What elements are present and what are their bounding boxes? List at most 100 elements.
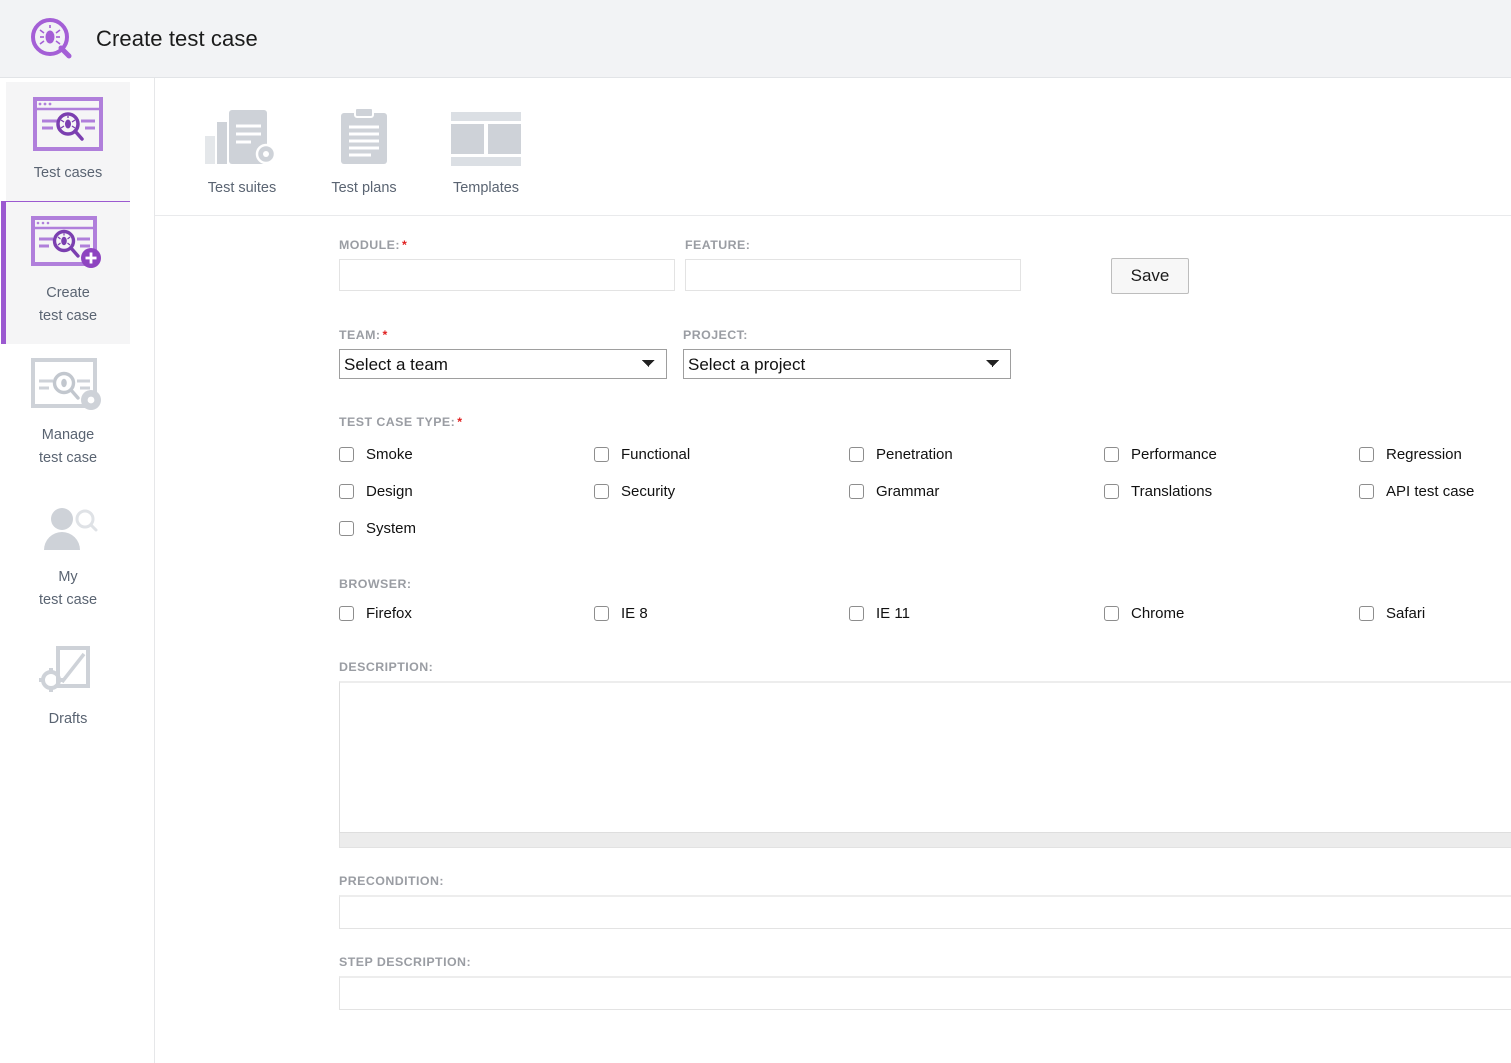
checkbox-grammar[interactable] (849, 484, 864, 499)
checkbox-item[interactable]: Smoke (339, 436, 594, 473)
test-case-type-label: TEST CASE TYPE:* (339, 415, 1511, 429)
precondition-block: PRECONDITION: (339, 874, 1511, 929)
checkbox-performance[interactable] (1104, 447, 1119, 462)
checkbox-item[interactable]: Firefox (339, 598, 594, 628)
checkbox-item[interactable]: Safari (1359, 598, 1511, 628)
test-case-type-block: TEST CASE TYPE:* Smoke Functional Penetr… (339, 415, 1511, 547)
drafts-icon (10, 642, 126, 698)
team-select[interactable]: Select a team (339, 349, 667, 379)
sidebar-label-line2: test case (10, 305, 126, 328)
checkbox-system[interactable] (339, 521, 354, 536)
checkbox-item[interactable]: IE 8 (594, 598, 849, 628)
sidebar-item-test-cases[interactable]: Test cases (6, 82, 130, 201)
module-label: MODULE:* (339, 238, 675, 252)
test-suites-icon (181, 94, 303, 168)
checkbox-label: Safari (1386, 605, 1425, 622)
nav-item-label: Test plans (303, 180, 425, 196)
checkbox-label: API test case (1386, 483, 1474, 500)
feature-input[interactable] (685, 259, 1021, 291)
checkbox-security[interactable] (594, 484, 609, 499)
module-input[interactable] (339, 259, 675, 291)
checkbox-item[interactable]: Security (594, 473, 849, 510)
checkbox-item[interactable]: Regression (1359, 436, 1511, 473)
checkbox-smoke[interactable] (339, 447, 354, 462)
checkbox-functional[interactable] (594, 447, 609, 462)
checkbox-item[interactable]: Design (339, 473, 594, 510)
checkbox-safari[interactable] (1359, 606, 1374, 621)
checkbox-label: IE 11 (876, 605, 910, 622)
checkbox-item[interactable]: Grammar (849, 473, 1104, 510)
save-button-wrapper: Save (1111, 238, 1189, 294)
checkbox-item[interactable]: API test case (1359, 473, 1511, 510)
browser-label: BROWSER: (339, 577, 1511, 591)
bug-magnifier-logo-icon (30, 17, 74, 61)
project-select[interactable]: Select a project (683, 349, 1011, 379)
checkbox-penetration[interactable] (849, 447, 864, 462)
sidebar-item-drafts[interactable]: Drafts (6, 628, 130, 747)
form-row-team-project: TEAM:* Select a team PROJECT: Select a p… (339, 328, 1511, 379)
feature-label: FEATURE: (685, 238, 1021, 252)
checkbox-api-test-case[interactable] (1359, 484, 1374, 499)
checkbox-chrome[interactable] (1104, 606, 1119, 621)
field-group-module: MODULE:* (339, 238, 675, 291)
checkbox-item[interactable]: Penetration (849, 436, 1104, 473)
required-asterisk: * (382, 328, 387, 342)
checkbox-item[interactable]: System (339, 510, 594, 547)
nav-item-label: Templates (425, 180, 547, 196)
checkbox-label: Penetration (876, 446, 953, 463)
precondition-input[interactable] (339, 895, 1511, 929)
sidebar-item-label: My test case (10, 566, 126, 612)
save-button[interactable]: Save (1111, 258, 1189, 294)
checkbox-item[interactable]: Chrome (1104, 598, 1359, 628)
test-plans-icon (303, 94, 425, 168)
description-block: DESCRIPTION: (339, 660, 1511, 848)
checkbox-item[interactable]: Functional (594, 436, 849, 473)
sidebar-item-my-test-case[interactable]: My test case (6, 486, 130, 628)
nav-item-templates[interactable]: Templates (425, 92, 547, 196)
test-cases-icon (10, 96, 126, 152)
sidebar-label-line2: test case (10, 447, 126, 470)
sidebar-item-manage-test-case[interactable]: Manage test case (6, 344, 130, 486)
description-label: DESCRIPTION: (339, 660, 1511, 674)
required-asterisk: * (457, 415, 462, 429)
checkbox-item[interactable]: Translations (1104, 473, 1359, 510)
checkbox-ie8[interactable] (594, 606, 609, 621)
description-horizontal-scrollbar[interactable] (339, 833, 1511, 848)
manage-test-case-icon (10, 358, 126, 414)
checkbox-translations[interactable] (1104, 484, 1119, 499)
team-label-text: TEAM: (339, 328, 380, 342)
checkbox-label: Security (621, 483, 675, 500)
create-test-case-form: MODULE:* FEATURE: Save TEAM:* (155, 216, 1511, 1010)
required-asterisk: * (402, 238, 407, 252)
checkbox-label: Translations (1131, 483, 1212, 500)
sidebar-label-line2: test case (10, 589, 126, 612)
checkbox-item[interactable]: IE 11 (849, 598, 1104, 628)
nav-item-test-plans[interactable]: Test plans (303, 92, 425, 196)
module-label-text: MODULE: (339, 238, 400, 252)
sidebar-item-label: Manage test case (10, 424, 126, 470)
step-description-input[interactable] (339, 976, 1511, 1010)
project-label: PROJECT: (683, 328, 1011, 342)
checkbox-firefox[interactable] (339, 606, 354, 621)
browser-options: Firefox IE 8 IE 11 Chrome (339, 598, 1511, 628)
description-textarea[interactable] (339, 681, 1511, 833)
page-title: Create test case (96, 26, 258, 52)
checkbox-ie11[interactable] (849, 606, 864, 621)
checkbox-regression[interactable] (1359, 447, 1374, 462)
checkbox-item[interactable]: Performance (1104, 436, 1359, 473)
checkbox-label: Functional (621, 446, 690, 463)
checkbox-design[interactable] (339, 484, 354, 499)
templates-icon (425, 94, 547, 168)
checkbox-label: System (366, 520, 416, 537)
checkbox-label: Smoke (366, 446, 413, 463)
sidebar-label-line1: My (10, 566, 126, 589)
checkbox-label: IE 8 (621, 605, 648, 622)
app-header: Create test case (0, 0, 1511, 78)
sidebar-label-text: Test cases (34, 165, 103, 181)
nav-item-test-suites[interactable]: Test suites (181, 92, 303, 196)
nav-item-label: Test suites (181, 180, 303, 196)
checkbox-label: Regression (1386, 446, 1462, 463)
sidebar-label-line1: Create (10, 282, 126, 305)
precondition-label: PRECONDITION: (339, 874, 1511, 888)
sidebar-item-create-test-case[interactable]: Create test case (1, 201, 130, 344)
